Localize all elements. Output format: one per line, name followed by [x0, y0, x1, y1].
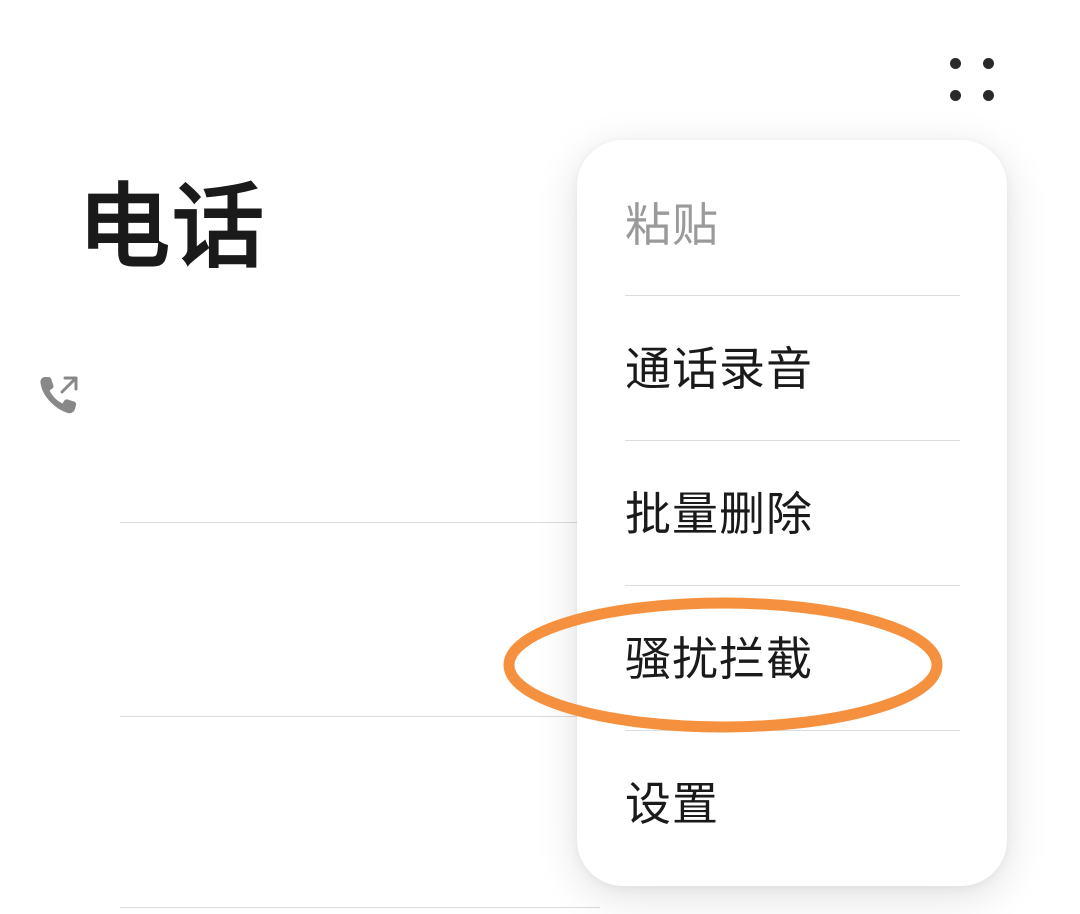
- phone-app-screen: 电话 粘贴 通话录音 批量删除 骚扰拦截 设置: [0, 0, 1080, 914]
- menu-item-label: 批量删除: [625, 486, 813, 541]
- menu-item-label: 粘贴: [625, 197, 719, 252]
- list-divider: [120, 716, 600, 717]
- more-options-button[interactable]: [936, 48, 1008, 108]
- menu-item-label: 通话录音: [625, 341, 813, 396]
- menu-item-settings[interactable]: 设置: [625, 731, 960, 876]
- menu-item-batch-delete[interactable]: 批量删除: [625, 441, 960, 586]
- page-title: 电话: [78, 174, 267, 281]
- menu-item-paste: 粘贴: [625, 152, 960, 297]
- outgoing-call-icon: [36, 372, 82, 418]
- list-divider: [120, 522, 600, 523]
- menu-item-label: 设置: [625, 776, 719, 831]
- menu-item-harassment-block[interactable]: 骚扰拦截: [625, 586, 960, 731]
- menu-item-label: 骚扰拦截: [625, 631, 813, 686]
- menu-item-call-recording[interactable]: 通话录音: [625, 296, 960, 441]
- overflow-menu: 粘贴 通话录音 批量删除 骚扰拦截 设置: [577, 140, 1007, 886]
- list-divider: [120, 907, 600, 908]
